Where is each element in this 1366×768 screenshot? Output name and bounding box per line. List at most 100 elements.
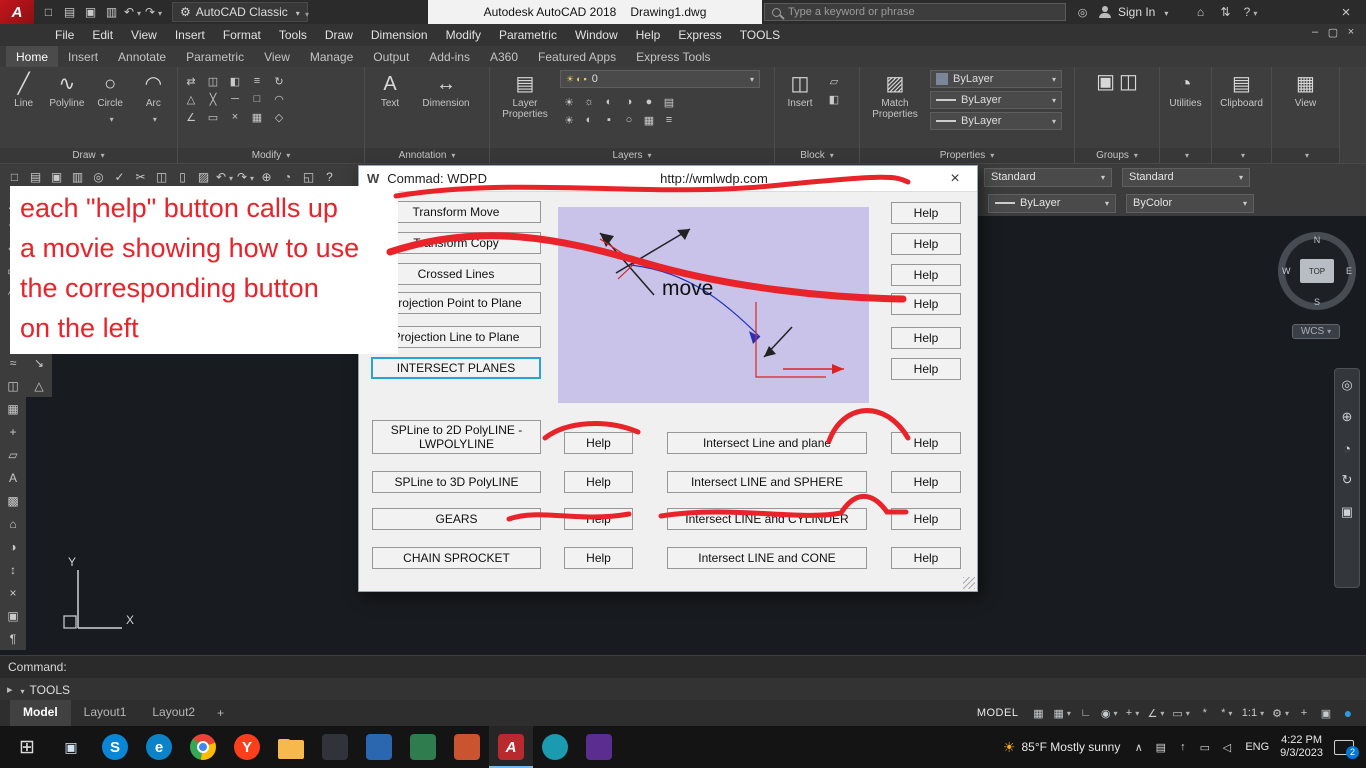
command-input[interactable]: TOOLS (30, 683, 70, 697)
extend-icon[interactable]: ─ (226, 91, 244, 107)
hatch-icon[interactable]: ≈ (0, 351, 26, 374)
view-panel-caret[interactable] (1272, 148, 1339, 163)
insert-block-icon[interactable]: ◫ (0, 374, 26, 397)
yandex-browser-icon[interactable]: Y (234, 734, 260, 760)
edit-attribute-icon[interactable]: ▱ (825, 73, 843, 89)
qsave-icon[interactable]: ▣ (46, 167, 67, 188)
text-style-dropdown[interactable]: Standard (1122, 167, 1250, 187)
help-button[interactable]: Help (891, 358, 961, 380)
properties-panel-label[interactable]: Properties (860, 148, 1074, 163)
minimize-icon[interactable] (1306, 26, 1324, 39)
steering-wheel-icon[interactable]: ◎ (1341, 377, 1352, 393)
explode-icon[interactable]: ▭ (204, 109, 222, 125)
compass-south[interactable]: S (1314, 297, 1320, 307)
annotation-scale-button[interactable]: 1:1 (1239, 703, 1267, 723)
save-icon[interactable]: ▣ (80, 1, 101, 23)
copy-clip-icon[interactable]: ◫ (151, 167, 172, 188)
style-icon[interactable]: ▣ (0, 604, 26, 627)
erase-icon[interactable]: × (226, 109, 244, 125)
zoom-icon[interactable]: ◔ (1343, 441, 1351, 456)
group-icon[interactable]: ▣ (1096, 70, 1115, 96)
menu-tools-custom[interactable]: TOOLS (731, 25, 789, 45)
redo-icon[interactable]: ↷ (235, 167, 256, 188)
intersect-line-sphere-button[interactable]: Intersect LINE and SPHERE (667, 471, 867, 493)
undo-icon[interactable]: ↶ (122, 1, 143, 23)
chain-sprocket-button[interactable]: CHAIN SPROCKET (372, 547, 541, 569)
open-file-icon[interactable]: ▤ (59, 1, 80, 23)
layer-tool-icon[interactable]: ● (640, 94, 658, 110)
polyline-button[interactable]: ∿ Polyline (47, 70, 86, 111)
help-button[interactable]: Help (891, 293, 961, 315)
donut-icon[interactable]: ◑ (0, 535, 26, 558)
help-button[interactable]: Help (891, 547, 961, 569)
dialog-title-bar[interactable]: W Commad: WDPD http://wmlwdp.com (359, 166, 977, 192)
move-icon[interactable]: ⇄ (182, 73, 200, 89)
offset-icon[interactable]: ▦ (248, 109, 266, 125)
fillet-icon[interactable]: ◠ (270, 91, 288, 107)
notification-icon[interactable]: 2 (1334, 739, 1359, 759)
layer-tool-icon[interactable]: ≡ (660, 112, 678, 128)
edge-icon[interactable]: e (146, 734, 172, 760)
model-space-label[interactable]: MODEL (977, 707, 1019, 719)
layer-tool-icon[interactable]: ☼ (580, 94, 598, 110)
block-panel-label[interactable]: Block (775, 148, 859, 163)
view-cube-top[interactable]: TOP (1300, 259, 1334, 283)
tab-express-tools[interactable]: Express Tools (626, 46, 720, 67)
insert-block-button[interactable]: ◫ Insert (779, 70, 821, 111)
help-button[interactable]: Help (564, 547, 633, 569)
join-icon[interactable]: ◇ (270, 109, 288, 125)
dim-style-dropdown[interactable]: Standard (984, 167, 1112, 187)
pan-icon[interactable]: ⊕ (256, 167, 277, 188)
sign-in-button[interactable]: Sign In (1098, 0, 1168, 24)
linetype-toolbar-dropdown[interactable]: ByLayer (988, 193, 1116, 213)
menu-draw[interactable]: Draw (316, 25, 362, 45)
mirror-icon[interactable]: ◧ (226, 73, 244, 89)
zoom-realtime-icon[interactable]: ◔ (277, 167, 298, 188)
menu-view[interactable]: View (122, 25, 166, 45)
weather-widget[interactable]: ☀ 85°F Mostly sunny (1003, 739, 1120, 756)
touch-keyboard-icon[interactable]: ▤ (1153, 741, 1168, 754)
spell-check-icon[interactable]: ✓ (109, 167, 130, 188)
layer-tool-icon[interactable]: ○ (620, 112, 638, 128)
ortho-mode-icon[interactable]: ∟ (1076, 703, 1096, 723)
menu-edit[interactable]: Edit (83, 25, 122, 45)
tab-manage[interactable]: Manage (300, 46, 363, 67)
plot-icon[interactable]: ▥ (67, 167, 88, 188)
arc-button[interactable]: ◠ Arc (134, 70, 173, 129)
layer-tool-icon[interactable]: ☀ (560, 112, 578, 128)
help-button[interactable]: Help (564, 508, 633, 530)
dialog-close-icon[interactable] (941, 170, 969, 188)
intersect-planes-button[interactable]: INTERSECT PLANES (371, 357, 541, 379)
tab-layout1[interactable]: Layout1 (71, 700, 140, 726)
layer-tool-icon[interactable]: ◐ (600, 94, 618, 110)
qat-customize-icon[interactable] (302, 4, 309, 22)
linetype-dropdown[interactable]: ByLayer (930, 112, 1062, 130)
color-toolbar-dropdown[interactable]: ByColor (1126, 193, 1254, 213)
snap-mode-icon[interactable]: ▦ (1050, 703, 1073, 723)
scale-icon[interactable]: △ (26, 374, 52, 397)
spline-3d-button[interactable]: SPLine to 3D PolyLINE (372, 471, 541, 493)
text-button[interactable]: A Text (369, 70, 411, 111)
layer-tool-icon[interactable]: ▪ (600, 112, 618, 128)
layer-properties-button[interactable]: ▤ Layer Properties (494, 70, 556, 122)
groups-panel-label[interactable]: Groups (1075, 148, 1159, 163)
spline-2d-button[interactable]: SPLine to 2D PolyLINE - LWPOLYLINE (372, 420, 541, 454)
showmotion-icon[interactable]: ▣ (1341, 504, 1353, 520)
revcloud-icon[interactable]: ⌂ (0, 512, 26, 535)
app-icon-3[interactable] (410, 734, 436, 760)
gears-button[interactable]: GEARS (372, 508, 541, 530)
chamfer-icon[interactable]: ∠ (182, 109, 200, 125)
create-block-icon[interactable]: ◧ (825, 91, 843, 107)
menu-file[interactable]: File (46, 25, 83, 45)
close-icon[interactable] (1334, 0, 1358, 24)
chrome-icon[interactable] (190, 734, 216, 760)
clipboard-button[interactable]: ▤ Clipboard (1220, 70, 1263, 111)
autocad-logo[interactable]: A (0, 0, 34, 24)
dimension-button[interactable]: ↔ Dimension (415, 70, 477, 111)
task-view-icon[interactable]: ▣ (58, 734, 84, 760)
app-icon-5[interactable] (542, 734, 568, 760)
ungroup-icon[interactable]: ◫ (1119, 70, 1138, 96)
workspace-dropdown[interactable]: ⚙ AutoCAD Classic (172, 2, 308, 22)
table-icon[interactable]: ▦ (0, 397, 26, 420)
object-snap-icon[interactable]: + (1122, 703, 1142, 723)
